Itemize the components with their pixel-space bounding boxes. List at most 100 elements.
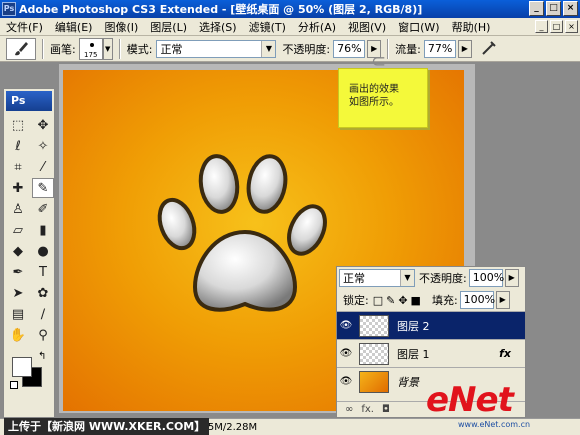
notes-icon[interactable]: ▤ xyxy=(7,304,29,324)
tool-grid: ⬚ ✥ ℓ ✧ ⌗ ⁄ ✚ ✎ ♙ ✐ ▱ ▮ ◆ ● ✒ T ➤ ✿ ▤ ∕ … xyxy=(4,113,54,345)
eyedropper-icon[interactable]: ⁄ xyxy=(32,157,54,177)
marquee-icon[interactable]: ⬚ xyxy=(7,115,29,135)
flow-slider-button[interactable]: ▶ xyxy=(457,39,472,58)
close-button[interactable]: × xyxy=(563,1,578,16)
layers-lock-row: 锁定: □✎✥■ 填充: 100% ▶ xyxy=(337,289,525,311)
eyedropper2-icon[interactable]: ∕ xyxy=(32,304,54,324)
layer-blend-mode-select[interactable]: 正常 ▼ xyxy=(339,269,415,287)
layer-thumbnail xyxy=(359,370,389,393)
lasso-icon[interactable]: ℓ xyxy=(7,136,29,156)
lock-icons[interactable]: □✎✥■ xyxy=(373,294,424,307)
fill-slider-button[interactable]: ▶ xyxy=(495,291,510,309)
maximize-button[interactable]: □ xyxy=(546,1,561,16)
note-line-1: 画出的效果 xyxy=(349,84,399,95)
eye-icon[interactable]: 👁 xyxy=(337,320,355,331)
history-brush-icon[interactable]: ✐ xyxy=(32,199,54,219)
chevron-down-icon: ▼ xyxy=(400,270,414,286)
paw-print-drawing xyxy=(157,154,327,312)
separator xyxy=(387,38,390,59)
mode-label: 模式: xyxy=(126,42,153,56)
fx-menu-icon[interactable]: fx. xyxy=(361,404,374,415)
layer-item-layer1[interactable]: 👁 图层 1 fx xyxy=(337,339,525,367)
flow-input[interactable]: 77% xyxy=(423,39,456,58)
mode-value: 正常 xyxy=(160,42,183,56)
window-controls: _ □ × xyxy=(529,1,578,16)
doc-close-button[interactable]: × xyxy=(565,20,578,33)
opacity-input[interactable]: 76% xyxy=(333,39,366,58)
stamp-icon[interactable]: ♙ xyxy=(7,199,29,219)
menu-analysis[interactable]: 分析(A) xyxy=(292,19,342,35)
menu-bar: 文件(F) 编辑(E) 图像(I) 图层(L) 选择(S) 滤镜(T) 分析(A… xyxy=(0,18,580,36)
layers-top-row: 正常 ▼ 不透明度: 100% ▶ xyxy=(337,267,525,289)
fill-input[interactable]: 100% xyxy=(459,291,495,309)
dodge-icon[interactable]: ● xyxy=(32,241,54,261)
menu-view[interactable]: 视图(V) xyxy=(342,19,392,35)
menu-file[interactable]: 文件(F) xyxy=(0,19,49,35)
brush-size: 175 xyxy=(84,50,98,59)
note-line-2: 如图所示。 xyxy=(349,97,399,108)
brush-picker[interactable]: 175 xyxy=(78,37,103,60)
path-select-icon[interactable]: ➤ xyxy=(7,283,29,303)
pen-icon[interactable]: ✒ xyxy=(7,262,29,282)
photoshop-logo: Ps xyxy=(6,91,52,111)
shape-icon[interactable]: ✿ xyxy=(32,283,54,303)
doc-maximize-button[interactable]: □ xyxy=(550,20,563,33)
link-icon[interactable]: ∞ xyxy=(345,404,353,415)
layer-item-layer2[interactable]: 👁 图层 2 xyxy=(337,311,525,339)
foreground-color[interactable] xyxy=(12,357,32,377)
color-swatches: ↰ xyxy=(10,351,54,391)
tool-preset-picker[interactable] xyxy=(6,37,36,60)
menu-help[interactable]: 帮助(H) xyxy=(446,19,497,35)
separator xyxy=(42,38,44,59)
fill-label: 填充: xyxy=(431,294,458,307)
layer-thumbnail xyxy=(359,342,389,365)
mask-icon[interactable]: ◘ xyxy=(382,404,390,415)
brush-icon[interactable]: ✎ xyxy=(32,178,54,198)
eye-icon[interactable]: 👁 xyxy=(337,348,355,359)
blur-icon[interactable]: ◆ xyxy=(7,241,29,261)
zoom-icon[interactable]: ⚲ xyxy=(32,325,54,345)
menu-select[interactable]: 选择(S) xyxy=(193,19,243,35)
mode-select[interactable]: 正常 ▼ xyxy=(156,39,277,58)
photoshop-app-icon: Ps xyxy=(2,2,16,16)
layer-name: 图层 1 xyxy=(397,347,430,361)
brush-tip-icon xyxy=(89,42,94,47)
layer-blend-mode-value: 正常 xyxy=(343,272,365,285)
hand-icon[interactable]: ✋ xyxy=(7,325,29,345)
eye-icon[interactable]: 👁 xyxy=(337,376,355,387)
magic-wand-icon[interactable]: ✧ xyxy=(32,136,54,156)
brush-dropdown-arrow[interactable]: ▼ xyxy=(102,37,113,60)
eraser-icon[interactable]: ▱ xyxy=(7,220,29,240)
crop-icon[interactable]: ⌗ xyxy=(7,157,29,177)
window-title: Adobe Photoshop CS3 Extended - [壁纸桌面 @ 5… xyxy=(19,3,423,16)
airbrush-icon xyxy=(482,40,496,55)
minimize-button[interactable]: _ xyxy=(529,1,544,16)
layer-name: 图层 2 xyxy=(397,319,430,333)
annotation-note: ⊂ 画出的效果 如图所示。 xyxy=(338,53,428,128)
move-icon[interactable]: ✥ xyxy=(32,115,54,135)
type-icon[interactable]: T xyxy=(32,262,54,282)
fx-icon[interactable]: fx xyxy=(499,347,511,360)
enet-url: www.eNet.com.cn xyxy=(458,420,531,429)
swap-colors-icon[interactable]: ↰ xyxy=(38,351,46,362)
airbrush-toggle[interactable] xyxy=(477,39,500,58)
healing-icon[interactable]: ✚ xyxy=(7,178,29,198)
title-bar: Ps Adobe Photoshop CS3 Extended - [壁纸桌面 … xyxy=(0,0,580,18)
toolbox: Ps ⬚ ✥ ℓ ✧ ⌗ ⁄ ✚ ✎ ♙ ✐ ▱ ▮ ◆ ● ✒ T ➤ ✿ ▤… xyxy=(3,88,55,418)
layer-thumbnail xyxy=(359,314,389,337)
enet-logo: eNet xyxy=(426,380,514,420)
menu-layer[interactable]: 图层(L) xyxy=(144,19,193,35)
menu-image[interactable]: 图像(I) xyxy=(98,19,144,35)
menu-filter[interactable]: 滤镜(T) xyxy=(243,19,292,35)
layer-name: 背景 xyxy=(397,375,419,389)
gradient-icon[interactable]: ▮ xyxy=(32,220,54,240)
layer-opacity-input[interactable]: 100% xyxy=(468,269,504,287)
flow-label: 流量: xyxy=(395,42,421,56)
layer-opacity-label: 不透明度: xyxy=(419,272,467,285)
menu-window[interactable]: 窗口(W) xyxy=(392,19,445,35)
default-colors-icon[interactable] xyxy=(10,381,18,389)
menu-edit[interactable]: 编辑(E) xyxy=(49,19,99,35)
layer-opacity-slider-button[interactable]: ▶ xyxy=(504,269,519,287)
brush-label: 画笔: xyxy=(50,42,76,56)
doc-minimize-button[interactable]: _ xyxy=(535,20,548,33)
